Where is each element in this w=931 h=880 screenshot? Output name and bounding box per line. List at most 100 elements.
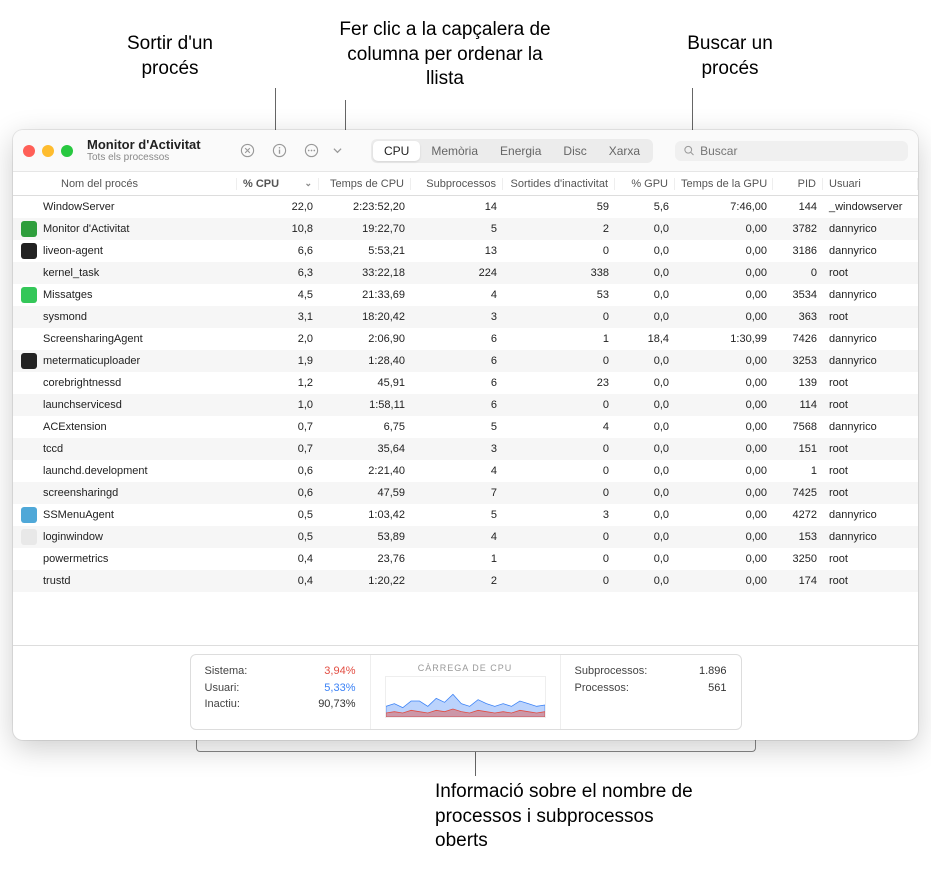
column-header-threads[interactable]: Subprocessos (411, 178, 503, 190)
cell-gputime: 0,00 (675, 465, 773, 477)
process-icon (21, 375, 37, 391)
tab-disc[interactable]: Disc (552, 141, 597, 161)
table-row[interactable]: Monitor d'Activitat10,819:22,70520,00,00… (13, 218, 918, 240)
process-name: SSMenuAgent (43, 509, 114, 521)
tab-xarxa[interactable]: Xarxa (598, 141, 651, 161)
cell-cpu: 6,6 (237, 245, 319, 257)
cell-threads: 13 (411, 245, 503, 257)
table-row[interactable]: WindowServer22,02:23:52,2014595,67:46,00… (13, 196, 918, 218)
cell-threads: 2 (411, 575, 503, 587)
table-row[interactable]: launchd.development0,62:21,40400,00,001r… (13, 460, 918, 482)
cell-pid: 3250 (773, 553, 823, 565)
process-icon (21, 221, 37, 237)
cell-threads: 1 (411, 553, 503, 565)
cell-gpu: 0,0 (615, 289, 675, 301)
tab-energia[interactable]: Energia (489, 141, 552, 161)
cell-gputime: 7:46,00 (675, 201, 773, 213)
column-header-name[interactable]: Nom del procés (13, 178, 237, 190)
cell-threads: 6 (411, 399, 503, 411)
search-input[interactable] (700, 144, 900, 158)
table-row[interactable]: launchservicesd1,01:58,11600,00,00114roo… (13, 394, 918, 416)
cell-user: _windowserver (823, 201, 918, 213)
cell-cpu: 0,5 (237, 509, 319, 521)
cell-idlewake: 0 (503, 531, 615, 543)
process-icon (21, 441, 37, 457)
column-header-gpu[interactable]: % GPU (615, 178, 675, 190)
column-header-cpu[interactable]: % CPU⌄ (237, 178, 319, 190)
cell-pid: 1 (773, 465, 823, 477)
cell-threads: 6 (411, 355, 503, 367)
cell-cputime: 2:21,40 (319, 465, 411, 477)
cell-pid: 7568 (773, 421, 823, 433)
process-icon (21, 199, 37, 215)
process-name: WindowServer (43, 201, 115, 213)
stat-value: 90,73% (318, 696, 355, 713)
tab-memòria[interactable]: Memòria (420, 141, 489, 161)
quit-process-button[interactable] (235, 140, 259, 162)
cell-user: dannyrico (823, 509, 918, 521)
window-title: Monitor d'Activitat (87, 138, 217, 152)
column-header-gputime[interactable]: Temps de la GPU (675, 178, 773, 190)
cell-idlewake: 0 (503, 355, 615, 367)
cell-cputime: 35,64 (319, 443, 411, 455)
cell-user: root (823, 553, 918, 565)
table-row[interactable]: liveon-agent6,65:53,211300,00,003186dann… (13, 240, 918, 262)
table-row[interactable]: ACExtension0,76,75540,00,007568dannyrico (13, 416, 918, 438)
cell-gputime: 0,00 (675, 443, 773, 455)
cell-pid: 144 (773, 201, 823, 213)
close-button[interactable] (23, 145, 35, 157)
column-header-pid[interactable]: PID (773, 178, 823, 190)
cpu-chart (385, 676, 546, 718)
cell-cpu: 1,9 (237, 355, 319, 367)
cell-threads: 4 (411, 465, 503, 477)
table-row[interactable]: kernel_task6,333:22,182243380,00,000root (13, 262, 918, 284)
column-header-user[interactable]: Usuari (823, 178, 918, 190)
cell-cpu: 0,6 (237, 487, 319, 499)
cell-idlewake: 0 (503, 399, 615, 411)
cell-idlewake: 0 (503, 465, 615, 477)
cell-pid: 3253 (773, 355, 823, 367)
minimize-button[interactable] (42, 145, 54, 157)
cell-gpu: 0,0 (615, 531, 675, 543)
more-button[interactable] (299, 140, 323, 162)
table-row[interactable]: Missatges4,521:33,694530,00,003534dannyr… (13, 284, 918, 306)
cell-threads: 5 (411, 421, 503, 433)
table-row[interactable]: ScreensharingAgent2,02:06,906118,41:30,9… (13, 328, 918, 350)
table-row[interactable]: powermetrics0,423,76100,00,003250root (13, 548, 918, 570)
process-icon (21, 507, 37, 523)
stat-label: Sistema: (205, 663, 248, 680)
cell-cputime: 33:22,18 (319, 267, 411, 279)
table-row[interactable]: tccd0,735,64300,00,00151root (13, 438, 918, 460)
table-row[interactable]: corebrightnessd1,245,916230,00,00139root (13, 372, 918, 394)
cell-idlewake: 3 (503, 509, 615, 521)
cell-gpu: 0,0 (615, 223, 675, 235)
cell-cpu: 0,7 (237, 421, 319, 433)
cell-gputime: 0,00 (675, 223, 773, 235)
table-row[interactable]: trustd0,41:20,22200,00,00174root (13, 570, 918, 592)
process-name: ScreensharingAgent (43, 333, 143, 345)
table-row[interactable]: SSMenuAgent0,51:03,42530,00,004272dannyr… (13, 504, 918, 526)
zoom-button[interactable] (61, 145, 73, 157)
dropdown-chevron-icon[interactable] (331, 140, 343, 162)
cell-idlewake: 2 (503, 223, 615, 235)
column-header-idlewake[interactable]: Sortides d'inactivitat (503, 178, 615, 190)
tab-cpu[interactable]: CPU (373, 141, 420, 161)
callout-line (475, 752, 476, 776)
table-row[interactable]: metermaticuploader1,91:28,40600,00,00325… (13, 350, 918, 372)
column-header-cputime[interactable]: Temps de CPU (319, 178, 411, 190)
table-row[interactable]: screensharingd0,647,59700,00,007425root (13, 482, 918, 504)
cell-cpu: 0,6 (237, 465, 319, 477)
cell-threads: 14 (411, 201, 503, 213)
table-row[interactable]: sysmond3,118:20,42300,00,00363root (13, 306, 918, 328)
table-row[interactable]: loginwindow0,553,89400,00,00153dannyrico (13, 526, 918, 548)
cell-idlewake: 0 (503, 443, 615, 455)
cell-gpu: 0,0 (615, 399, 675, 411)
info-button[interactable] (267, 140, 291, 162)
count-value: 561 (708, 680, 726, 697)
stat-row: Inactiu:90,73% (205, 696, 356, 713)
cell-user: root (823, 377, 918, 389)
count-row: Subprocessos:1.896 (575, 663, 727, 680)
count-value: 1.896 (699, 663, 727, 680)
cell-gputime: 0,00 (675, 355, 773, 367)
search-field[interactable] (675, 141, 908, 161)
